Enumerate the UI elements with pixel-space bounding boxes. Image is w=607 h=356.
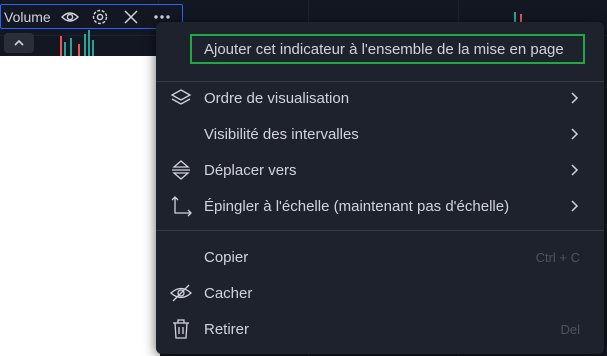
highlight-box xyxy=(190,34,585,64)
eye-off-icon xyxy=(170,284,192,302)
trash-icon xyxy=(173,319,189,339)
volume-bar xyxy=(520,14,522,22)
menu-item-copy[interactable]: Copier Ctrl + C xyxy=(156,239,604,275)
collapse-legend-button[interactable] xyxy=(4,33,34,53)
close-icon[interactable] xyxy=(120,6,142,28)
indicator-title[interactable]: Volume xyxy=(4,9,51,25)
volume-bar xyxy=(92,40,94,56)
volume-bar xyxy=(84,34,86,56)
chevron-right-icon xyxy=(571,200,579,212)
menu-item-move-to[interactable]: Déplacer vers xyxy=(156,152,604,188)
volume-bar xyxy=(60,36,62,56)
move-icon xyxy=(172,160,190,180)
menu-item-visual-order[interactable]: Ordre de visualisation xyxy=(156,80,604,116)
shortcut-label: Del xyxy=(560,321,580,337)
menu-item-label: Déplacer vers xyxy=(204,161,297,179)
menu-item-hide[interactable]: Cacher xyxy=(156,275,604,311)
context-menu: Ajouter cet indicateur à l'ensemble de l… xyxy=(156,22,604,354)
chevron-up-icon xyxy=(14,39,24,46)
menu-item-label: Cacher xyxy=(204,284,253,302)
volume-bar xyxy=(64,42,66,56)
menu-item-remove[interactable]: Retirer Del xyxy=(156,311,604,347)
menu-item-label: Épingler à l'échelle (maintenant pas d'é… xyxy=(204,197,510,215)
volume-bar xyxy=(70,38,72,56)
volume-bar xyxy=(88,30,90,56)
menu-item-pin-to-scale[interactable]: Épingler à l'échelle (maintenant pas d'é… xyxy=(156,188,604,224)
menu-item-label: Retirer xyxy=(204,320,250,338)
layers-icon xyxy=(170,89,192,105)
volume-bar xyxy=(78,44,80,56)
chevron-right-icon xyxy=(571,92,579,104)
chevron-right-icon xyxy=(571,164,579,176)
volume-bar xyxy=(514,12,516,22)
pin-scale-icon xyxy=(171,196,192,217)
menu-separator xyxy=(156,230,604,231)
gear-icon[interactable] xyxy=(90,6,112,28)
menu-item-interval-visibility[interactable]: Visibilité des intervalles xyxy=(156,116,604,152)
menu-item-label: Ordre de visualisation xyxy=(204,89,350,107)
shortcut-label: Ctrl + C xyxy=(535,249,580,265)
chevron-right-icon xyxy=(571,128,579,140)
menu-item-label: Visibilité des intervalles xyxy=(204,125,359,143)
eye-icon[interactable] xyxy=(59,6,81,28)
chart-pane-blank xyxy=(0,56,160,356)
menu-item-label: Copier xyxy=(204,248,249,266)
